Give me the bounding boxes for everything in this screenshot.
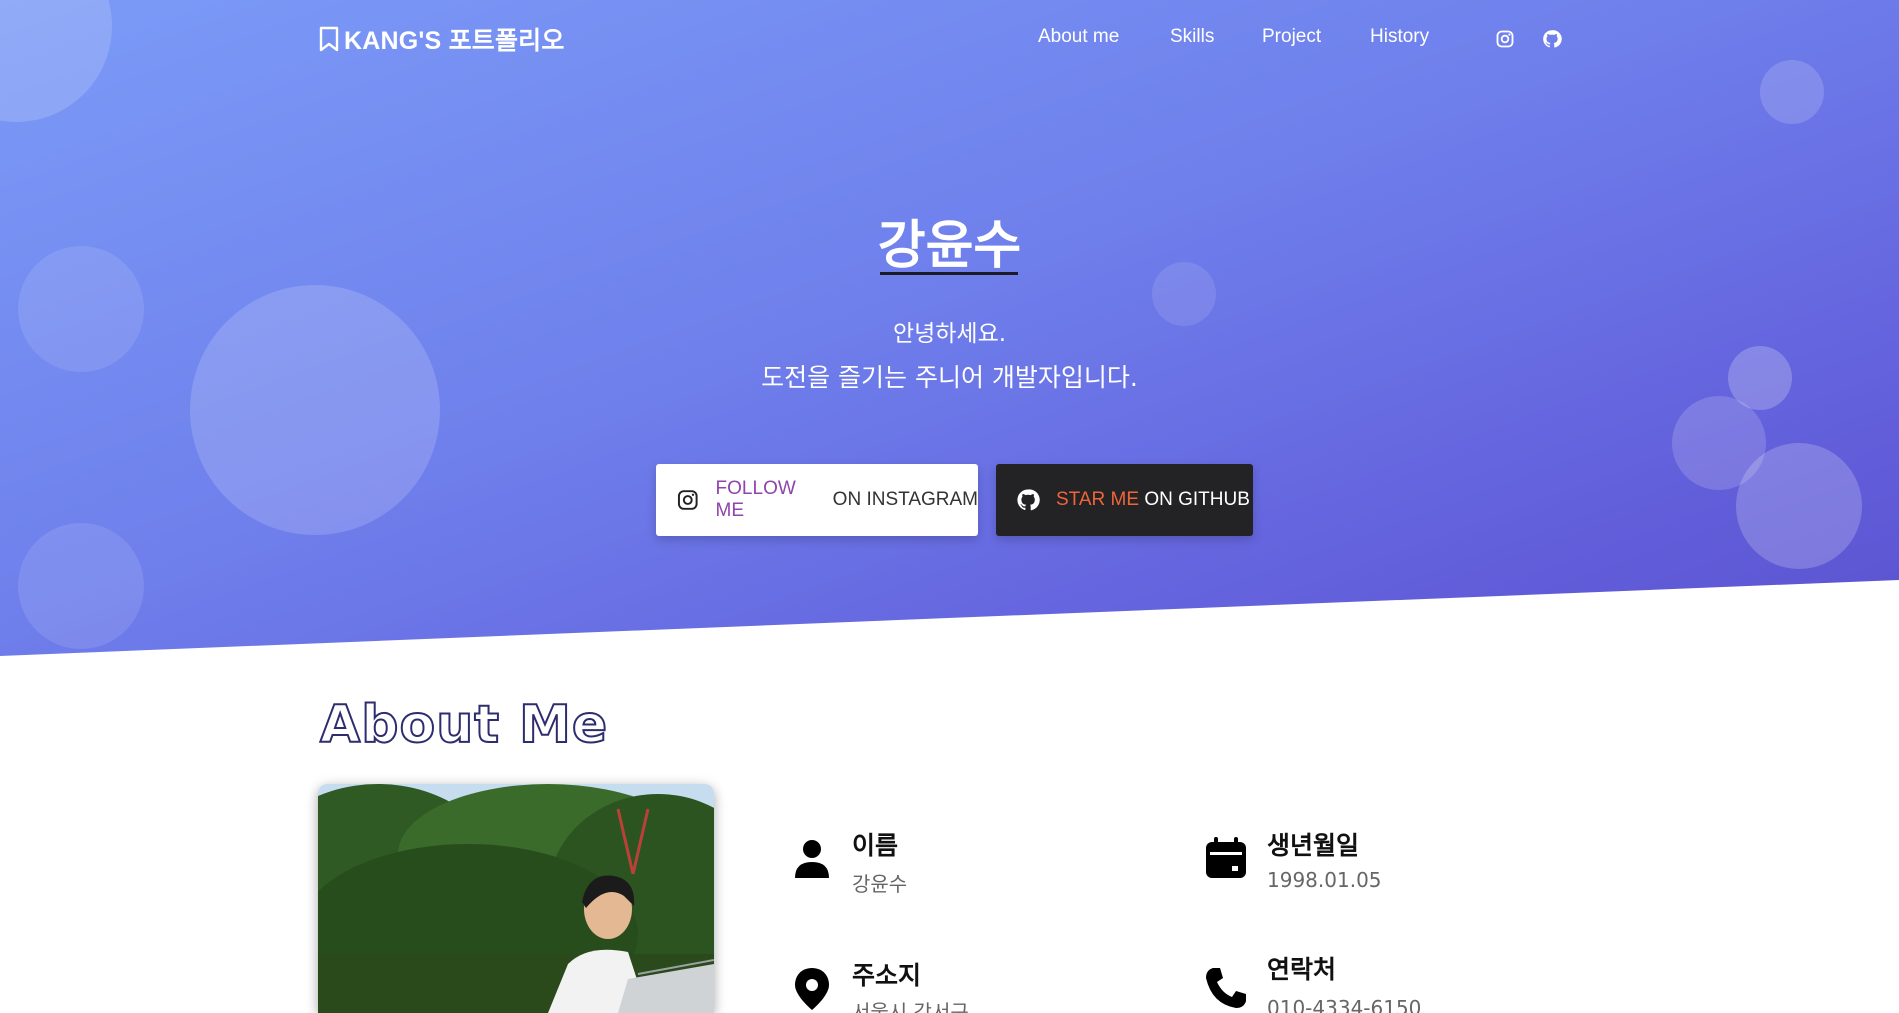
brand-title: KANG'S 포트폴리오	[344, 27, 565, 55]
nav-link-history[interactable]: History	[1370, 26, 1429, 48]
name-value: 강윤수	[852, 872, 908, 896]
about-me-heading: About Me	[319, 694, 608, 754]
contact-label: 연락처	[1267, 955, 1337, 984]
github-icon	[1017, 489, 1040, 511]
instagram-button-accent: FOLLOW ME	[715, 478, 796, 521]
address-value: 서울시 강서구	[852, 1000, 969, 1013]
github-button-label: ON GITHUB	[1139, 489, 1250, 510]
profile-photo	[318, 784, 714, 1013]
address-label: 주소지	[852, 961, 922, 990]
github-button-accent: STAR ME	[1056, 489, 1140, 510]
phone-icon	[1206, 968, 1246, 1008]
birthdate-label: 생년월일	[1267, 831, 1360, 860]
location-icon	[795, 968, 829, 1010]
contact-value: 010-4334-6150	[1267, 996, 1422, 1013]
star-github-button[interactable]: STAR ME ON GITHUB	[996, 464, 1253, 536]
person-icon	[795, 840, 829, 878]
decor-bubble	[18, 523, 144, 649]
top-navbar: KANG'S 포트폴리오 About me Skills Project His…	[0, 0, 1899, 78]
decor-bubble	[1736, 443, 1862, 569]
calendar-icon	[1206, 837, 1246, 878]
brand-logo[interactable]: KANG'S 포트폴리오	[318, 22, 565, 56]
nav-link-skills[interactable]: Skills	[1170, 26, 1214, 48]
hero-name: 강윤수	[877, 216, 1022, 276]
profile-photo-image	[318, 784, 714, 1013]
nav-link-project[interactable]: Project	[1262, 26, 1321, 48]
instagram-button-label: ON INSTAGRAM	[827, 489, 978, 510]
nav-link-about-me[interactable]: About me	[1038, 26, 1119, 48]
name-label: 이름	[852, 831, 899, 860]
instagram-icon	[677, 490, 698, 510]
hero-tagline: 도전을 즐기는 주니어 개발자입니다.	[761, 363, 1138, 392]
hero-greeting: 안녕하세요.	[892, 321, 1007, 347]
svg-text:About Me: About Me	[320, 695, 608, 754]
instagram-icon[interactable]	[1495, 29, 1515, 49]
bookmark-icon	[319, 26, 339, 52]
name-underline	[880, 272, 1018, 275]
birthdate-value: 1998.01.05	[1267, 868, 1382, 892]
follow-instagram-button[interactable]: FOLLOW ME ON INSTAGRAM	[656, 464, 978, 536]
github-icon[interactable]	[1542, 29, 1562, 49]
